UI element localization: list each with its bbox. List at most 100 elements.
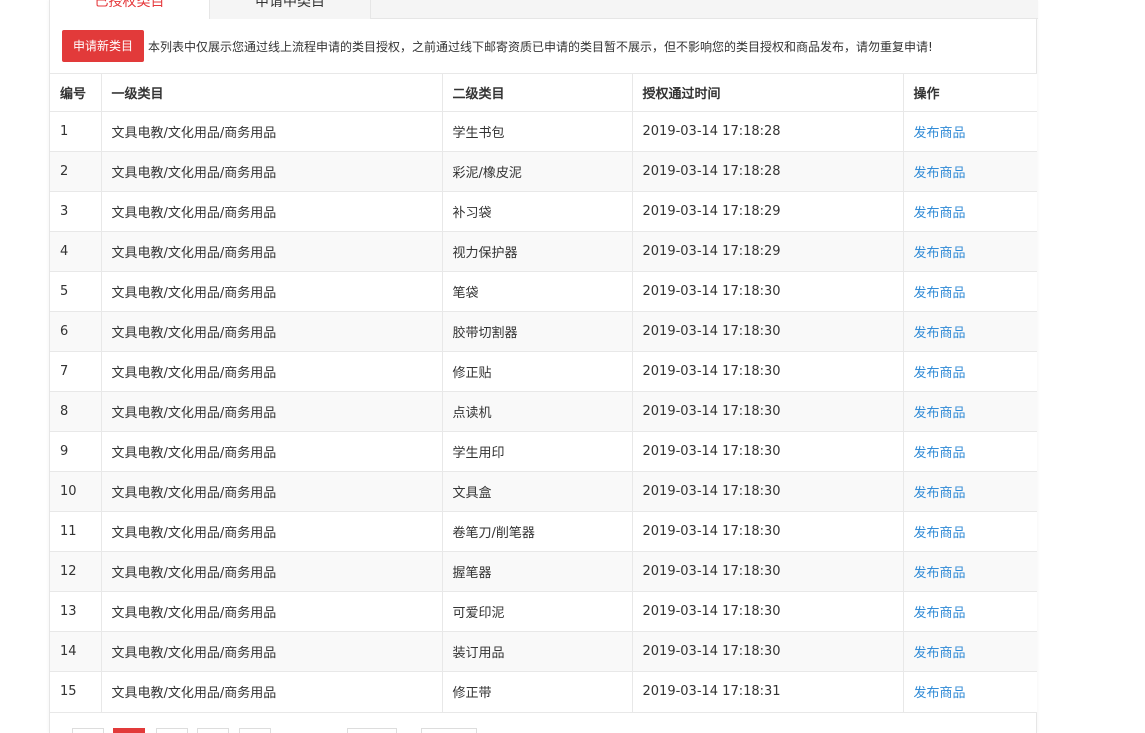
- publish-product-link[interactable]: 发布商品: [914, 566, 966, 581]
- cell-secondary-category: 文具盒: [442, 471, 633, 512]
- cell-approval-time: 2019-03-14 17:18:30: [632, 631, 904, 672]
- cell-id: 7: [50, 351, 102, 392]
- cell-id: 13: [50, 591, 102, 632]
- publish-product-link[interactable]: 发布商品: [914, 686, 966, 701]
- publish-product-link[interactable]: 发布商品: [914, 446, 966, 461]
- page-button[interactable]: [156, 728, 188, 733]
- cell-primary-category: 文具电教/文化用品/商务用品: [101, 111, 443, 152]
- tab-authorized-categories[interactable]: 已授权类目: [50, 0, 210, 19]
- publish-product-link[interactable]: 发布商品: [914, 246, 966, 261]
- apply-new-category-button[interactable]: 申请新类目: [62, 30, 144, 62]
- cell-action: 发布商品: [903, 391, 1037, 432]
- column-header-primary-category: 一级类目: [101, 73, 443, 112]
- table-row: 7 文具电教/文化用品/商务用品 修正贴 2019-03-14 17:18:30 发布商…: [50, 351, 1037, 392]
- cell-secondary-category: 装订用品: [442, 631, 633, 672]
- publish-product-link[interactable]: 发布商品: [914, 526, 966, 541]
- table-row: 9 文具电教/文化用品/商务用品 学生用印 2019-03-14 17:18:30 发布…: [50, 431, 1037, 472]
- cell-id: 2: [50, 151, 102, 192]
- table-row: 4 文具电教/文化用品/商务用品 视力保护器 2019-03-14 17:18:29 发…: [50, 231, 1037, 272]
- table-row: 3 文具电教/文化用品/商务用品 补习袋 2019-03-14 17:18:29 发布商…: [50, 191, 1037, 232]
- cell-approval-time: 2019-03-14 17:18:30: [632, 351, 904, 392]
- cell-primary-category: 文具电教/文化用品/商务用品: [101, 671, 443, 712]
- column-header-approval-time: 授权通过时间: [632, 73, 904, 112]
- table-row: 12 文具电教/文化用品/商务用品 握笔器 2019-03-14 17:18:30 发布…: [50, 551, 1037, 592]
- cell-id: 4: [50, 231, 102, 272]
- cell-id: 5: [50, 271, 102, 312]
- page-button[interactable]: [197, 728, 229, 733]
- table-row: 10 文具电教/文化用品/商务用品 文具盒 2019-03-14 17:18:30 发布…: [50, 471, 1037, 512]
- cell-action: 发布商品: [903, 151, 1037, 192]
- table-row: 2 文具电教/文化用品/商务用品 彩泥/橡皮泥 2019-03-14 17:18:28…: [50, 151, 1037, 192]
- cell-primary-category: 文具电教/文化用品/商务用品: [101, 351, 443, 392]
- publish-product-link[interactable]: 发布商品: [914, 286, 966, 301]
- cell-primary-category: 文具电教/文化用品/商务用品: [101, 231, 443, 272]
- table-body: 1 文具电教/文化用品/商务用品 学生书包 2019-03-14 17:18:28 发布…: [50, 111, 1037, 712]
- column-header-id: 编号: [50, 73, 102, 112]
- notice-bar: 申请新类目 本列表中仅展示您通过线上流程申请的类目授权，之前通过线下邮寄资质已申…: [62, 30, 933, 62]
- table-row: 6 文具电教/文化用品/商务用品 胶带切割器 2019-03-14 17:18:30 发…: [50, 311, 1037, 352]
- cell-approval-time: 2019-03-14 17:18:30: [632, 431, 904, 472]
- cell-action: 发布商品: [903, 231, 1037, 272]
- page-jump-button[interactable]: [421, 728, 477, 733]
- cell-secondary-category: 彩泥/橡皮泥: [442, 151, 633, 192]
- cell-secondary-category: 学生用印: [442, 431, 633, 472]
- table-row: 11 文具电教/文化用品/商务用品 卷笔刀/削笔器 2019-03-14 17:18:…: [50, 511, 1037, 552]
- cell-id: 6: [50, 311, 102, 352]
- cell-primary-category: 文具电教/文化用品/商务用品: [101, 551, 443, 592]
- cell-secondary-category: 修正贴: [442, 351, 633, 392]
- cell-secondary-category: 卷笔刀/削笔器: [442, 511, 633, 552]
- cell-approval-time: 2019-03-14 17:18:30: [632, 591, 904, 632]
- cell-id: 10: [50, 471, 102, 512]
- cell-secondary-category: 胶带切割器: [442, 311, 633, 352]
- cell-action: 发布商品: [903, 431, 1037, 472]
- page-button-current[interactable]: [113, 728, 145, 733]
- column-header-action: 操作: [903, 73, 1037, 112]
- cell-id: 9: [50, 431, 102, 472]
- cell-approval-time: 2019-03-14 17:18:30: [632, 471, 904, 512]
- cell-secondary-category: 补习袋: [442, 191, 633, 232]
- publish-product-link[interactable]: 发布商品: [914, 326, 966, 341]
- cell-action: 发布商品: [903, 271, 1037, 312]
- cell-secondary-category: 点读机: [442, 391, 633, 432]
- table-row: 5 文具电教/文化用品/商务用品 笔袋 2019-03-14 17:18:30 发布商品: [50, 271, 1037, 312]
- publish-product-link[interactable]: 发布商品: [914, 646, 966, 661]
- cell-approval-time: 2019-03-14 17:18:30: [632, 311, 904, 352]
- cell-action: 发布商品: [903, 511, 1037, 552]
- cell-action: 发布商品: [903, 591, 1037, 632]
- cell-approval-time: 2019-03-14 17:18:28: [632, 111, 904, 152]
- prev-page-button[interactable]: [72, 728, 104, 733]
- cell-id: 1: [50, 111, 102, 152]
- table-header-row: 编号 一级类目 二级类目 授权通过时间 操作: [50, 73, 1037, 112]
- cell-approval-time: 2019-03-14 17:18:30: [632, 271, 904, 312]
- cell-approval-time: 2019-03-14 17:18:30: [632, 391, 904, 432]
- cell-action: 发布商品: [903, 471, 1037, 512]
- cell-action: 发布商品: [903, 311, 1037, 352]
- publish-product-link[interactable]: 发布商品: [914, 366, 966, 381]
- next-page-button[interactable]: [239, 728, 271, 733]
- cell-secondary-category: 笔袋: [442, 271, 633, 312]
- publish-product-link[interactable]: 发布商品: [914, 126, 966, 141]
- publish-product-link[interactable]: 发布商品: [914, 606, 966, 621]
- cell-approval-time: 2019-03-14 17:18:29: [632, 231, 904, 272]
- cell-approval-time: 2019-03-14 17:18:31: [632, 671, 904, 712]
- publish-product-link[interactable]: 发布商品: [914, 166, 966, 181]
- cell-secondary-category: 视力保护器: [442, 231, 633, 272]
- notice-text: 本列表中仅展示您通过线上流程申请的类目授权，之前通过线下邮寄资质已申请的类目暂不…: [148, 39, 933, 54]
- cell-id: 15: [50, 671, 102, 712]
- table-row: 1 文具电教/文化用品/商务用品 学生书包 2019-03-14 17:18:28 发布…: [50, 111, 1037, 152]
- cell-secondary-category: 可爱印泥: [442, 591, 633, 632]
- publish-product-link[interactable]: 发布商品: [914, 486, 966, 501]
- page-jump-input[interactable]: [347, 728, 397, 733]
- cell-action: 发布商品: [903, 191, 1037, 232]
- category-table: 编号 一级类目 二级类目 授权通过时间 操作 1 文具电教/文化用品/商务用品 学生…: [50, 73, 1037, 712]
- table-row: 8 文具电教/文化用品/商务用品 点读机 2019-03-14 17:18:30 发布商…: [50, 391, 1037, 432]
- pagination: [50, 712, 1037, 733]
- cell-approval-time: 2019-03-14 17:18:30: [632, 511, 904, 552]
- tab-pending-categories[interactable]: 申请中类目: [210, 0, 371, 19]
- table-row: 14 文具电教/文化用品/商务用品 装订用品 2019-03-14 17:18:30 发…: [50, 631, 1037, 672]
- cell-primary-category: 文具电教/文化用品/商务用品: [101, 151, 443, 192]
- publish-product-link[interactable]: 发布商品: [914, 406, 966, 421]
- cell-action: 发布商品: [903, 351, 1037, 392]
- publish-product-link[interactable]: 发布商品: [914, 206, 966, 221]
- cell-id: 3: [50, 191, 102, 232]
